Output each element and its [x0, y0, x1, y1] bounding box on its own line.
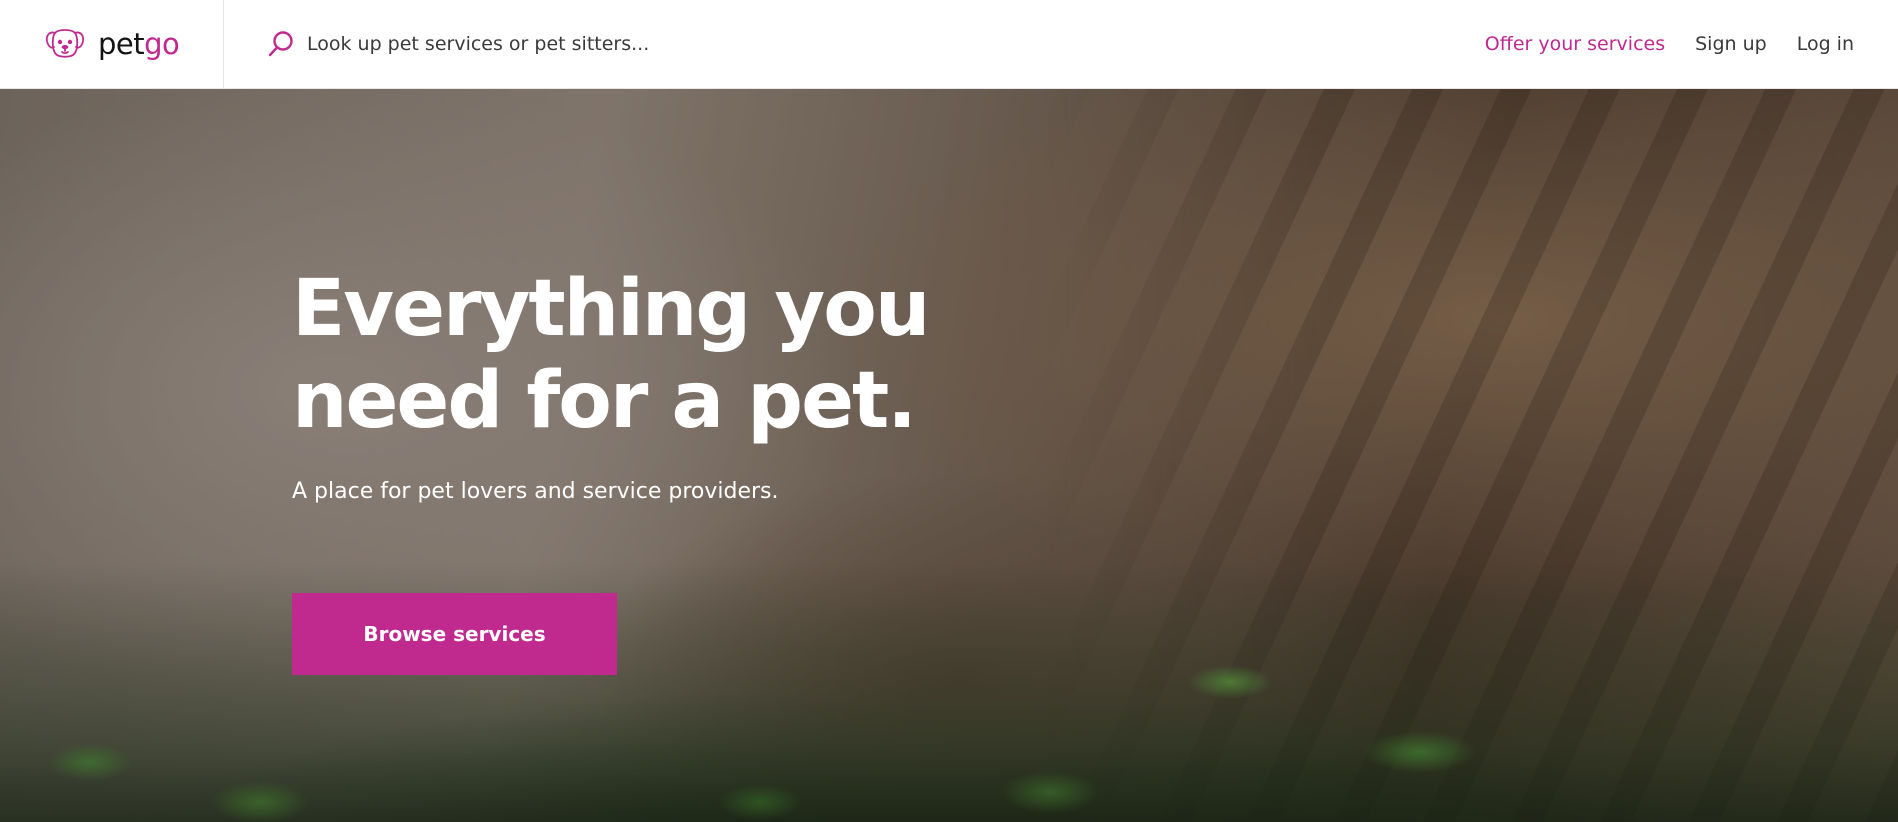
top-navigation-bar: petgo Offer your services Sign up Log in [0, 0, 1898, 89]
log-in-link[interactable]: Log in [1797, 33, 1854, 55]
hero-background-leaves [0, 562, 1898, 822]
hero-title: Everything you need for a pet. [292, 263, 1052, 447]
header-nav: Offer your services Sign up Log in [1485, 33, 1898, 55]
brand-name-go: go [144, 26, 180, 61]
dog-face-icon [45, 29, 85, 58]
browse-services-button[interactable]: Browse services [292, 593, 617, 675]
hero-subtitle: A place for pet lovers and service provi… [292, 479, 779, 504]
brand-name: petgo [98, 26, 180, 61]
brand-name-pet: pet [98, 26, 145, 61]
search-icon[interactable] [267, 29, 295, 59]
hero-title-line-2: need for a pet. [292, 356, 917, 446]
offer-services-link[interactable]: Offer your services [1485, 33, 1665, 55]
hero-title-line-1: Everything you [292, 264, 930, 354]
petgo-logo[interactable]: petgo [0, 0, 224, 89]
hero-section: Everything you need for a pet. A place f… [0, 89, 1898, 822]
sign-up-link[interactable]: Sign up [1695, 33, 1767, 55]
search-input[interactable] [307, 33, 867, 55]
search-bar [267, 0, 867, 89]
hero-content: Everything you need for a pet. A place f… [292, 263, 1052, 507]
